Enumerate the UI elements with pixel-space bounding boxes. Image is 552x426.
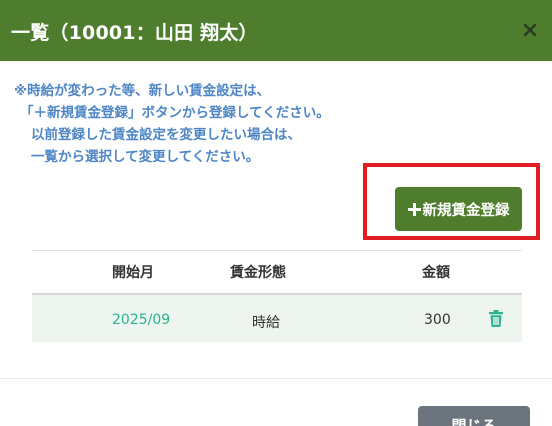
- notice-line-1: ※時給が変わった等、新しい賃金設定は、: [14, 83, 271, 99]
- close-icon[interactable]: [518, 16, 542, 44]
- column-header-start-month: 開始月: [112, 265, 154, 281]
- new-wage-button[interactable]: 新規賃金登録: [395, 187, 522, 231]
- wage-list-modal: 一覧（10001：山田 翔太） ※時給が変わった等、新しい賃金設定は、 「＋新規…: [0, 0, 552, 426]
- new-wage-button-label: 新規賃金登録: [422, 202, 510, 219]
- column-header-wage-type: 賃金形態: [230, 265, 286, 281]
- notice-text: ※時給が変わった等、新しい賃金設定は、 「＋新規賃金登録」ボタンから登録してくだ…: [14, 80, 454, 168]
- notice-line-3: 以前登録した賃金設定を変更したい場合は、: [31, 127, 301, 143]
- table-row[interactable]: 2025/09 時給 300: [32, 295, 522, 342]
- close-x-glyph: [523, 23, 537, 37]
- modal-title: 一覧（10001：山田 翔太）: [11, 22, 258, 44]
- close-button[interactable]: 閉じる: [418, 406, 530, 426]
- cell-start-month[interactable]: 2025/09: [112, 312, 170, 328]
- plus-icon: [407, 202, 421, 216]
- cell-amount: 300: [424, 312, 451, 328]
- table-top-divider: [32, 250, 522, 251]
- modal-header: 一覧（10001：山田 翔太）: [0, 0, 552, 61]
- notice-line-2: 「＋新規賃金登録」ボタンから登録してください。: [20, 105, 330, 121]
- trash-icon[interactable]: [488, 310, 504, 327]
- column-header-amount: 金額: [422, 265, 450, 281]
- cell-wage-type: 時給: [252, 315, 280, 331]
- footer-divider: [0, 378, 552, 379]
